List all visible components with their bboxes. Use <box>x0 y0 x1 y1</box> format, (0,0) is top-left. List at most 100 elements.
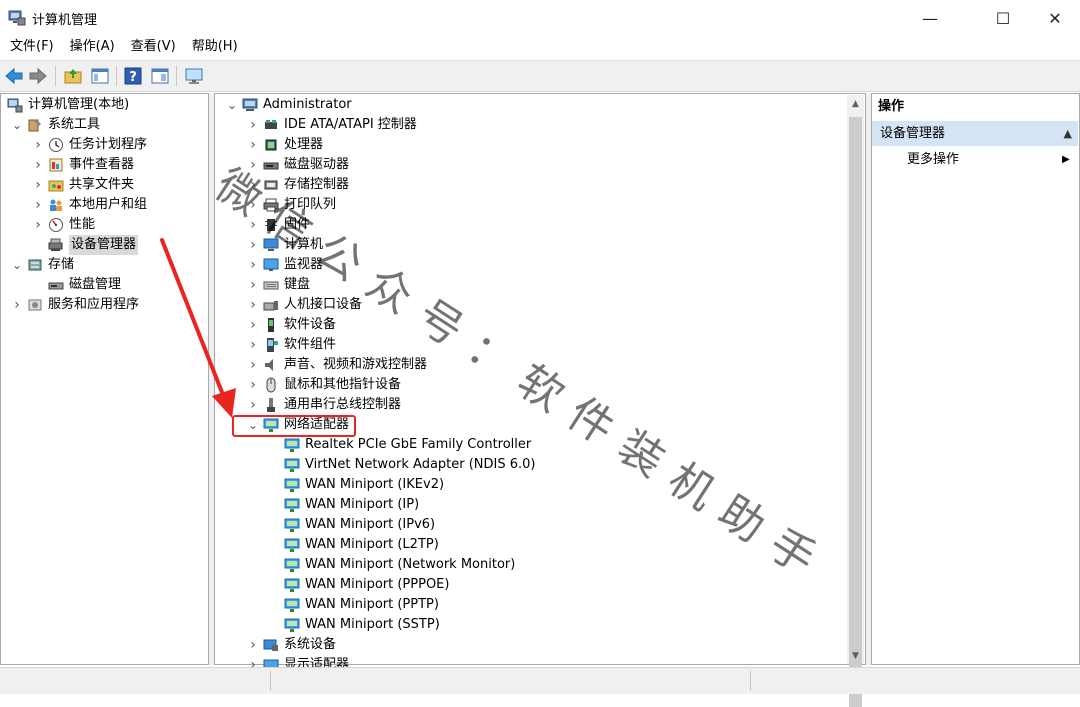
performance-icon <box>48 217 64 233</box>
collapse-chevron-icon[interactable]: ⌄ <box>226 95 238 115</box>
expand-chevron-icon[interactable]: › <box>247 335 259 355</box>
tree-item-label: 处理器 <box>284 137 324 152</box>
tree-item-label: 设备管理器 <box>69 235 139 255</box>
device-category-after-0[interactable]: › 系统设备 <box>250 635 336 655</box>
scroll-up-icon[interactable]: ▲ <box>847 95 864 112</box>
tree-item-label: 通用串行总线控制器 <box>284 397 402 412</box>
network-adapter-item-8[interactable]: WAN Miniport (PPTP) <box>284 595 439 615</box>
network-adapter-item-4[interactable]: WAN Miniport (IPv6) <box>284 515 435 535</box>
left-tree-item-3[interactable]: › 事件查看器 <box>35 155 135 175</box>
tree-item-label: 声音、视频和游戏控制器 <box>284 357 428 372</box>
device-category-11[interactable]: › 软件组件 <box>250 335 336 355</box>
device-category-12[interactable]: › 声音、视频和游戏控制器 <box>250 355 428 375</box>
left-tree-item-0[interactable]: 计算机管理(本地) <box>7 95 129 115</box>
collapse-chevron-icon[interactable]: ⌄ <box>11 115 23 135</box>
monitor-device-icon <box>263 257 279 273</box>
menu-view[interactable]: 查看(V) <box>123 36 184 58</box>
left-tree-item-8[interactable]: ⌄ 存储 <box>12 255 75 275</box>
left-tree-item-10[interactable]: › 服务和应用程序 <box>14 295 139 315</box>
expand-chevron-icon[interactable]: › <box>247 315 259 335</box>
software-component-icon <box>263 337 279 353</box>
expand-chevron-icon[interactable]: › <box>247 295 259 315</box>
network-adapter-item-5[interactable]: WAN Miniport (L2TP) <box>284 535 439 555</box>
network-adapter-icon <box>284 537 300 553</box>
network-adapter-item-9[interactable]: WAN Miniport (SSTP) <box>284 615 440 635</box>
network-adapter-item-3[interactable]: WAN Miniport (IP) <box>284 495 419 515</box>
device-category-8[interactable]: › 键盘 <box>250 275 310 295</box>
expand-chevron-icon[interactable]: › <box>32 195 44 215</box>
monitor-icon[interactable] <box>184 66 204 86</box>
more-actions-item[interactable]: 更多操作 <box>907 150 959 170</box>
help-icon[interactable]: ? <box>123 66 143 86</box>
device-category-0[interactable]: › IDE ATA/ATAPI 控制器 <box>250 115 417 135</box>
expand-chevron-icon[interactable]: › <box>32 175 44 195</box>
disk-icon <box>48 277 64 293</box>
expand-chevron-icon[interactable]: › <box>247 375 259 395</box>
tree-item-label: WAN Miniport (PPTP) <box>305 597 439 612</box>
scroll-down-icon[interactable]: ▼ <box>847 647 864 664</box>
collapse-up-icon[interactable]: ▲ <box>1064 121 1072 146</box>
left-tree-item-6[interactable]: › 性能 <box>35 215 95 235</box>
processor-icon <box>263 137 279 153</box>
collapse-chevron-icon[interactable]: ⌄ <box>11 255 23 275</box>
left-tree-item-4[interactable]: › 共享文件夹 <box>35 175 135 195</box>
device-category-14[interactable]: › 通用串行总线控制器 <box>250 395 402 415</box>
device-category-9[interactable]: › 人机接口设备 <box>250 295 362 315</box>
computer-management-icon <box>7 97 23 113</box>
tree-item-label: 共享文件夹 <box>69 177 135 192</box>
properties-icon[interactable] <box>150 66 170 86</box>
device-category-10[interactable]: › 软件设备 <box>250 315 337 335</box>
maximize-button[interactable]: ☐ <box>978 0 1028 36</box>
expand-chevron-icon[interactable]: › <box>32 135 44 155</box>
tree-item-label: 事件查看器 <box>69 157 135 172</box>
left-tree-item-9[interactable]: 磁盘管理 <box>48 275 121 295</box>
menu-help[interactable]: 帮助(H) <box>184 36 246 58</box>
device-category-1[interactable]: › 处理器 <box>250 135 324 155</box>
mouse-icon <box>263 377 279 393</box>
network-adapter-item-1[interactable]: VirtNet Network Adapter (NDIS 6.0) <box>284 455 536 475</box>
toolbar-separator <box>176 66 177 86</box>
network-adapter-item-0[interactable]: Realtek PCIe GbE Family Controller <box>284 435 531 455</box>
forward-arrow-icon[interactable] <box>28 66 48 86</box>
expand-chevron-icon[interactable]: › <box>11 295 23 315</box>
back-arrow-icon[interactable] <box>4 66 24 86</box>
scrollbar-thumb[interactable] <box>849 117 862 707</box>
network-adapter-item-7[interactable]: WAN Miniport (PPPOE) <box>284 575 449 595</box>
expand-chevron-icon[interactable]: › <box>247 115 259 135</box>
tree-item-label: 存储 <box>48 257 75 272</box>
close-button[interactable]: ✕ <box>1030 0 1080 36</box>
network-adapter-item-6[interactable]: WAN Miniport (Network Monitor) <box>284 555 515 575</box>
minimize-button[interactable]: — <box>905 0 955 36</box>
device-tree-root[interactable]: ⌄ Administrator <box>227 95 352 115</box>
left-tree-item-7[interactable]: 设备管理器 <box>48 235 139 255</box>
menu-file[interactable]: 文件(F) <box>0 36 62 58</box>
expand-chevron-icon[interactable]: › <box>247 275 259 295</box>
vertical-scrollbar[interactable]: ▲ ▼ <box>847 95 864 707</box>
expand-chevron-icon[interactable]: › <box>32 215 44 235</box>
expand-chevron-icon[interactable]: › <box>247 635 259 655</box>
left-tree-item-2[interactable]: › 任务计划程序 <box>35 135 147 155</box>
device-category-13[interactable]: › 鼠标和其他指针设备 <box>250 375 401 395</box>
expand-chevron-icon[interactable]: › <box>247 135 259 155</box>
clock-icon <box>48 137 64 153</box>
action-group-label: 设备管理器 <box>880 126 946 141</box>
expand-chevron-icon[interactable]: › <box>247 395 259 415</box>
left-tree-item-1[interactable]: ⌄ 系统工具 <box>12 115 100 135</box>
tree-item-label: 软件设备 <box>284 317 337 332</box>
menu-action[interactable]: 操作(A) <box>62 36 123 58</box>
expand-chevron-icon[interactable]: › <box>247 355 259 375</box>
left-tree-item-5[interactable]: › 本地用户和组 <box>35 195 147 215</box>
services-icon <box>27 297 43 313</box>
up-folder-icon[interactable] <box>63 66 83 86</box>
show-hide-tree-icon[interactable] <box>90 66 110 86</box>
status-bar <box>0 667 1080 694</box>
action-group-device-manager[interactable]: 设备管理器 ▲ <box>872 121 1078 146</box>
network-adapter-item-2[interactable]: WAN Miniport (IKEv2) <box>284 475 444 495</box>
keyboard-icon <box>263 277 279 293</box>
device-category-2[interactable]: › 磁盘驱动器 <box>250 155 349 175</box>
expand-chevron-icon[interactable]: › <box>32 155 44 175</box>
expand-chevron-icon[interactable]: › <box>247 255 259 275</box>
annotation-highlight-box <box>232 415 356 437</box>
menu-bar: 文件(F) 操作(A) 查看(V) 帮助(H) <box>0 36 1080 58</box>
computer-management-icon <box>8 10 26 26</box>
